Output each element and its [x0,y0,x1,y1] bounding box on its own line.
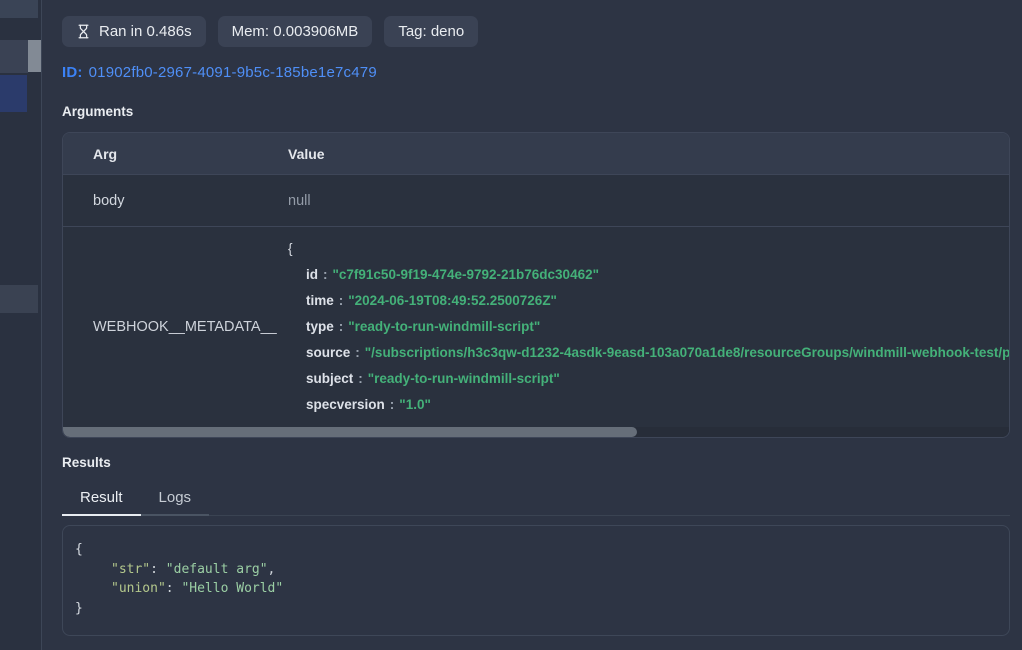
job-id-link[interactable]: 01902fb0-2967-4091-9b5c-185be1e7c479 [89,64,377,81]
json-key: specversion [306,397,385,412]
json-value: "1.0" [399,397,431,412]
result-code-block: {"str": "default arg","union": "Hello Wo… [62,525,1010,636]
sidebar-item [0,40,28,73]
json-open-brace: { [288,236,1009,262]
json-colon: : [334,319,349,334]
json-colon: : [334,293,349,308]
json-value: "ready-to-run-windmill-script" [348,319,540,334]
status-badges: Ran in 0.486s Mem: 0.003906MB Tag: deno [62,16,1010,47]
json-key: type [306,319,334,334]
sidebar-edge [0,0,42,650]
runtime-badge-label: Ran in 0.486s [99,23,192,40]
tab-logs[interactable]: Logs [141,482,210,516]
arg-value: null [288,193,1009,209]
arguments-title: Arguments [62,104,1010,119]
json-value: "2024-06-19T08:49:52.2500726Z" [348,293,557,308]
json-key: id [306,267,318,282]
code-open-brace: { [75,540,997,560]
json-colon: : [318,267,333,282]
arg-column-header: Arg [63,146,288,162]
arguments-table-header: Arg Value [63,133,1009,175]
runtime-badge: Ran in 0.486s [62,16,206,47]
table-horizontal-scrollbar[interactable] [63,427,1009,437]
memory-badge: Mem: 0.003906MB [218,16,373,47]
tag-badge: Tag: deno [384,16,478,47]
job-detail-panel: Ran in 0.486s Mem: 0.003906MB Tag: deno … [42,0,1022,650]
sidebar-item-lower [0,285,38,313]
json-entry: type:"ready-to-run-windmill-script" [306,314,1009,340]
results-tabs: Result Logs [62,482,1010,516]
job-id-line: ID: 01902fb0-2967-4091-9b5c-185be1e7c479 [62,64,1010,81]
json-colon: : [385,397,400,412]
tag-badge-label: Tag: deno [398,23,464,40]
value-column-header: Value [288,146,1009,162]
json-colon: : [350,345,365,360]
tab-result[interactable]: Result [62,482,141,516]
arg-name: body [63,193,288,209]
sidebar-scrollbar-thumb[interactable] [28,40,41,72]
code-sep: : [150,562,166,577]
hourglass-icon [76,24,91,39]
code-key: "str" [111,562,150,577]
json-entry: specversion:"1.0" [306,392,1009,418]
table-row-body: body null [63,175,1009,227]
json-entries: id:"c7f91c50-9f19-474e-9792-21b76dc30462… [306,262,1009,418]
json-value: "c7f91c50-9f19-474e-9792-21b76dc30462" [333,267,600,282]
json-value: "/subscriptions/h3c3qw-d1232-4asdk-9easd… [365,345,1009,360]
code-line: "union": "Hello World" [75,579,997,599]
sidebar-block-top [0,0,38,18]
scrollbar-thumb[interactable] [63,427,637,437]
json-value: "ready-to-run-windmill-script" [368,371,560,386]
arg-name: WEBHOOK__METADATA__ [63,227,288,427]
results-title: Results [62,455,1010,470]
json-key: source [306,345,350,360]
code-sep: : [166,581,182,596]
metadata-json-view: { id:"c7f91c50-9f19-474e-9792-21b76dc304… [288,227,1009,427]
memory-badge-label: Mem: 0.003906MB [232,23,359,40]
json-entry: source:"/subscriptions/h3c3qw-d1232-4asd… [306,340,1009,366]
json-entry: id:"c7f91c50-9f19-474e-9792-21b76dc30462… [306,262,1009,288]
job-id-label: ID: [62,64,83,81]
json-entry: subject:"ready-to-run-windmill-script" [306,366,1009,392]
code-comma: , [268,562,276,577]
json-colon: : [353,371,368,386]
code-line: "str": "default arg", [75,560,997,580]
code-close-brace: } [75,599,997,619]
json-entry: time:"2024-06-19T08:49:52.2500726Z" [306,288,1009,314]
sidebar-item-active[interactable] [0,75,27,112]
code-key: "union" [111,581,166,596]
code-value: "default arg" [166,562,268,577]
arguments-table: Arg Value body null WEBHOOK__METADATA__ … [62,132,1010,438]
json-key: subject [306,371,353,386]
code-value: "Hello World" [181,581,283,596]
json-key: time [306,293,334,308]
table-row-webhook-metadata: WEBHOOK__METADATA__ { id:"c7f91c50-9f19-… [63,227,1009,427]
